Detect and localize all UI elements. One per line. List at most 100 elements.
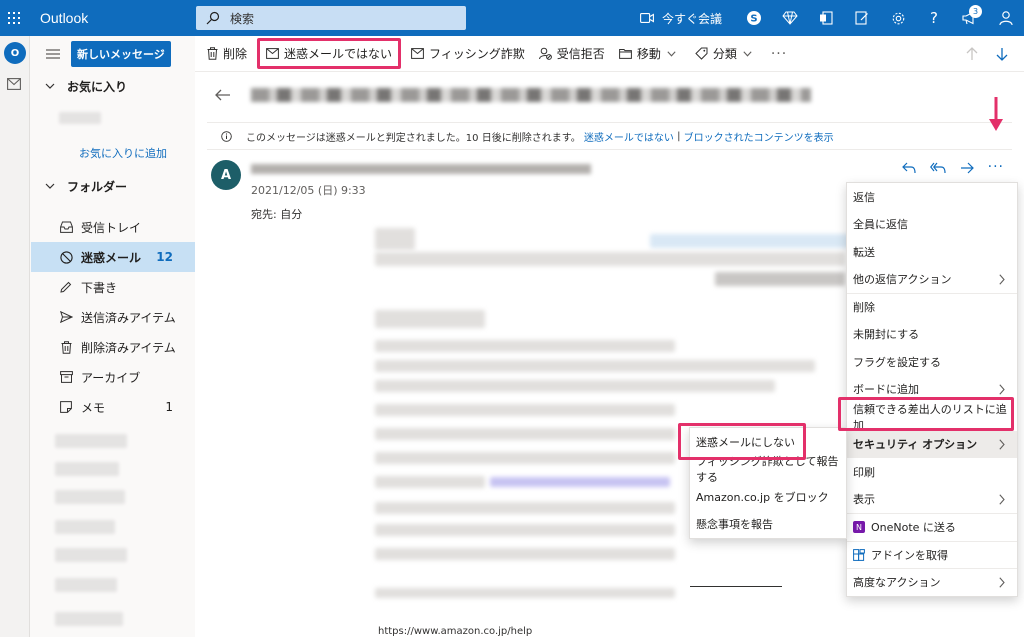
folder-sent[interactable]: 送信済みアイテム: [31, 302, 195, 332]
menu-item-advanced-actions[interactable]: 高度なアクション: [847, 568, 1017, 596]
junk-notice-text: このメッセージは迷惑メールと判定されました。10 日後に削除されます。: [246, 132, 581, 144]
folder-notes[interactable]: メモ 1: [31, 392, 195, 422]
office-apps-button[interactable]: [808, 0, 844, 36]
unread-count: 12: [156, 250, 173, 264]
not-junk-button[interactable]: 迷惑メールではない: [257, 38, 402, 69]
reply-all-icon[interactable]: [929, 162, 946, 174]
meet-now-button[interactable]: 今すぐ会議: [640, 10, 722, 27]
menu-item-view[interactable]: 表示: [847, 486, 1017, 514]
help-url[interactable]: https://www.amazon.co.jp/help: [378, 626, 532, 637]
menu-item-reply-all[interactable]: 全員に返信: [847, 211, 1017, 239]
submenu-item-report-concern[interactable]: 懸念事項を報告: [690, 511, 846, 539]
menu-item-print[interactable]: 印刷: [847, 458, 1017, 486]
menu-item-security-options[interactable]: セキュリティ オプション: [847, 430, 1017, 458]
blurred-folder[interactable]: [55, 578, 117, 592]
message-recipient: 宛先: 自分: [251, 208, 303, 221]
menu-item-mark-unread[interactable]: 未開封にする: [847, 321, 1017, 349]
menu-item-get-addins[interactable]: アドインを取得: [847, 540, 1017, 569]
menu-item-send-to-onenote[interactable]: N OneNote に送る: [847, 513, 1017, 541]
more-commands-button[interactable]: ···: [771, 46, 787, 62]
menu-item-reply[interactable]: 返信: [847, 183, 1017, 211]
delete-button[interactable]: 削除: [207, 45, 247, 62]
settings-button[interactable]: [880, 0, 916, 36]
trash-icon: [59, 340, 73, 354]
folder-archive[interactable]: アーカイブ: [31, 362, 195, 392]
svg-text:S: S: [750, 14, 757, 25]
favorites-header[interactable]: お気に入り: [31, 72, 195, 100]
sender-header: A 2021/12/05 (日) 9:33 宛先: 自分: [211, 160, 591, 222]
notifications-button[interactable]: 3: [952, 0, 988, 36]
menu-item-other-reply-actions[interactable]: 他の返信アクション: [847, 266, 1017, 294]
folder-label: アーカイブ: [81, 370, 141, 385]
app-title: Outlook: [40, 10, 89, 26]
menu-item-delete[interactable]: 削除: [847, 293, 1017, 321]
folders-header[interactable]: フォルダー: [31, 172, 195, 200]
menu-item-label: フラグを設定する: [853, 355, 941, 369]
menu-item-label: OneNote に送る: [871, 521, 956, 535]
todo-button[interactable]: [844, 0, 880, 36]
outlook-app-icon[interactable]: O: [4, 42, 26, 64]
blurred-body: [375, 524, 675, 536]
blurred-folder[interactable]: [55, 462, 119, 476]
blurred-folder[interactable]: [55, 490, 125, 504]
edit-note-icon: [855, 11, 868, 25]
folder-junk[interactable]: 迷惑メール 12: [31, 242, 195, 272]
not-junk-link[interactable]: 迷惑メールではない: [584, 129, 674, 144]
show-blocked-content-link[interactable]: ブロックされたコンテンツを表示: [684, 129, 834, 144]
new-message-button[interactable]: 新しいメッセージ: [71, 41, 171, 67]
menu-item-flag[interactable]: フラグを設定する: [847, 348, 1017, 376]
menu-item-forward[interactable]: 転送: [847, 238, 1017, 266]
blurred-folder[interactable]: [55, 612, 123, 626]
arrow-up-icon[interactable]: [966, 47, 978, 61]
move-button[interactable]: 移動: [618, 45, 681, 62]
favorites-list: [31, 100, 195, 140]
blocked-icon: [59, 250, 73, 264]
skype-button[interactable]: S: [736, 0, 772, 36]
folder-label: 送信済みアイテム: [81, 310, 176, 325]
categorize-label: 分類: [712, 47, 737, 61]
help-button[interactable]: ?: [916, 0, 952, 36]
blurred-sender[interactable]: [251, 164, 591, 174]
blurred-folder[interactable]: [55, 434, 127, 448]
reply-icon[interactable]: [901, 162, 916, 174]
submenu-item-block-sender[interactable]: Amazon.co.jp をブロック: [690, 483, 846, 511]
junk-notice-bar: このメッセージは迷惑メールと判定されました。10 日後に削除されます。 迷惑メー…: [207, 122, 1012, 150]
mail-icon[interactable]: [7, 78, 22, 93]
folder-label: 削除済みアイテム: [81, 340, 176, 355]
person-block-icon: [538, 47, 552, 60]
blurred-body: [375, 340, 675, 352]
collapse-nav-button[interactable]: [39, 49, 67, 59]
blurred-folder[interactable]: [55, 548, 127, 562]
send-icon: [59, 310, 73, 324]
chevron-right-icon: [999, 577, 1005, 588]
chevron-right-icon: [999, 438, 1005, 450]
addin-icon: [853, 548, 865, 561]
blurred-body: [650, 234, 850, 248]
blurred-favorite[interactable]: [59, 112, 101, 124]
folder-drafts[interactable]: 下書き: [31, 272, 195, 302]
arrow-down-icon[interactable]: [996, 47, 1008, 61]
menu-item-label: 懸念事項を報告: [696, 518, 773, 532]
search-box[interactable]: 検索: [196, 6, 466, 30]
blurred-folder[interactable]: [55, 520, 115, 534]
chevron-down-icon: [45, 183, 55, 189]
more-actions-button[interactable]: ···: [988, 160, 1004, 174]
block-button[interactable]: 受信拒否: [538, 45, 605, 62]
add-favorite-link[interactable]: お気に入りに追加: [31, 140, 195, 166]
app-rail: O: [0, 36, 30, 637]
menu-item-label: 削除: [853, 301, 875, 315]
categorize-button[interactable]: 分類: [695, 45, 757, 62]
pencil-icon: [59, 280, 73, 294]
phishing-button[interactable]: フィッシング詐欺: [411, 45, 525, 62]
app-launcher-button[interactable]: [0, 0, 28, 36]
video-icon: [640, 13, 654, 23]
meet-now-label: 今すぐ会議: [661, 11, 722, 26]
forward-icon[interactable]: [960, 162, 974, 174]
block-label: 受信拒否: [556, 47, 605, 61]
premium-button[interactable]: [772, 0, 808, 36]
account-button[interactable]: [988, 0, 1024, 36]
sender-avatar[interactable]: A: [211, 160, 241, 190]
back-arrow-icon[interactable]: [215, 89, 231, 101]
folder-deleted[interactable]: 削除済みアイテム: [31, 332, 195, 362]
folder-inbox[interactable]: 受信トレイ: [31, 212, 195, 242]
